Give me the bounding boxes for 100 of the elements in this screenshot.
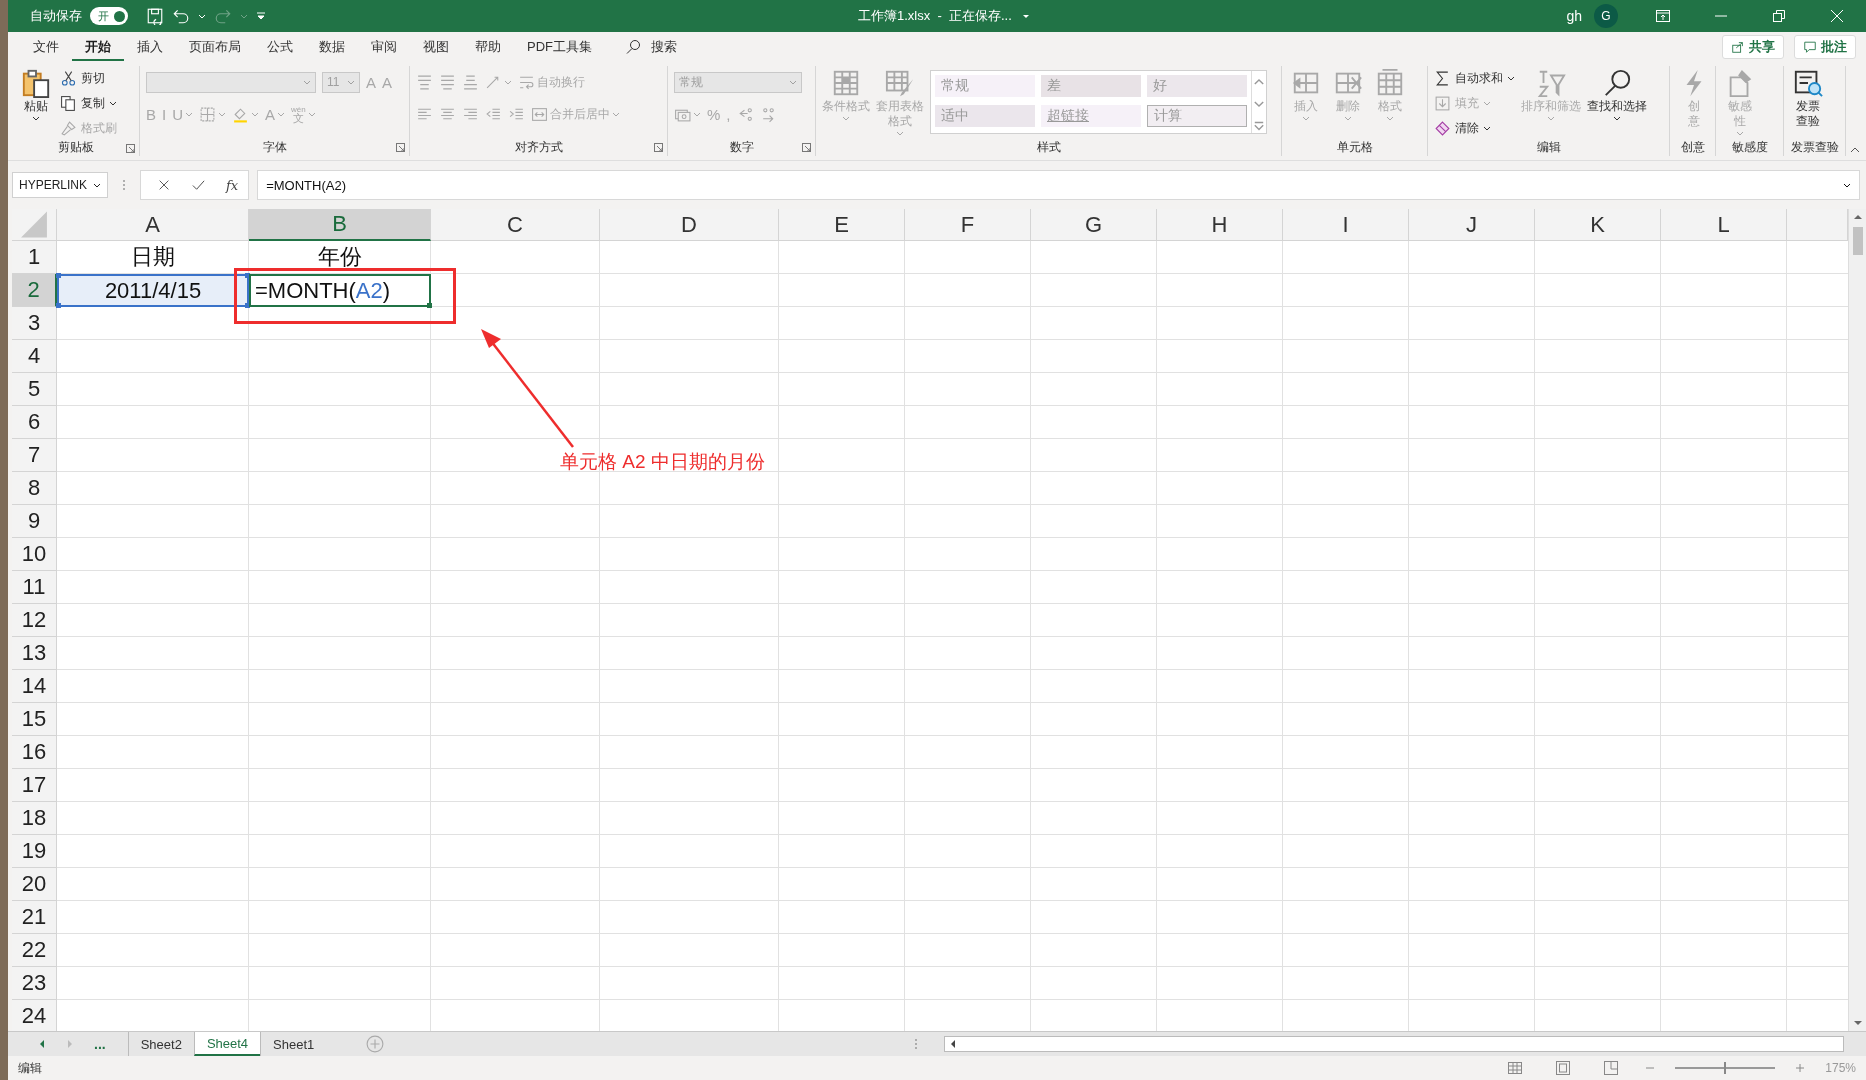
vertical-scrollbar[interactable] (1848, 209, 1866, 1031)
row-header[interactable]: 20 (12, 868, 57, 901)
add-sheet-icon[interactable] (366, 1035, 385, 1053)
launcher-icon[interactable] (654, 143, 663, 152)
column-header[interactable]: J (1409, 209, 1535, 241)
ribbon-button[interactable]: 粘贴 (18, 66, 54, 139)
row-header[interactable]: 11 (12, 571, 57, 604)
row-header[interactable]: 7 (12, 439, 57, 472)
normal-view-icon[interactable] (1507, 1060, 1524, 1076)
column-header[interactable]: B (249, 209, 431, 241)
zoom-in-icon[interactable] (1795, 1063, 1806, 1073)
slider-thumb[interactable] (1724, 1062, 1727, 1074)
table-cell[interactable]: 年份 (249, 241, 431, 274)
column-header[interactable]: E (779, 209, 905, 241)
next-icon[interactable] (66, 1039, 74, 1049)
row-header[interactable]: 6 (12, 406, 57, 439)
launcher-icon[interactable] (396, 143, 405, 152)
sheet-tab[interactable]: Sheet2 (127, 1032, 194, 1056)
row-header[interactable]: 18 (12, 802, 57, 835)
scroll-thumb[interactable] (1852, 227, 1863, 255)
menu-tab[interactable]: 开始 (72, 33, 124, 61)
row-header[interactable]: 22 (12, 934, 57, 967)
autosave-toggle[interactable]: 开 (90, 7, 128, 25)
share-button[interactable]: 共享 (1722, 35, 1784, 59)
avatar[interactable]: G (1594, 4, 1618, 28)
scroll-down-icon[interactable] (1852, 1019, 1863, 1027)
menu-tab[interactable]: 视图 (410, 33, 462, 61)
column-header[interactable]: G (1031, 209, 1157, 241)
row-header[interactable]: 9 (12, 505, 57, 538)
column-header[interactable]: D (600, 209, 779, 241)
more-sheets-button[interactable]: ... (94, 1036, 106, 1052)
name-box[interactable]: HYPERLINK (12, 172, 108, 198)
ribbon-button[interactable]: 发票查验 (1790, 66, 1826, 138)
comments-button[interactable]: 批注 (1794, 35, 1856, 59)
horizontal-scrollbar[interactable] (944, 1036, 1844, 1052)
ribbon-button[interactable]: 自动求和 (1434, 68, 1515, 89)
share-icon (1731, 40, 1745, 54)
page-break-icon[interactable] (1603, 1060, 1620, 1076)
insert-function-button[interactable]: fx (226, 177, 239, 193)
ribbon-button[interactable]: 查找和选择 (1587, 66, 1647, 139)
caret-icon (303, 78, 311, 86)
search-box[interactable]: 搜索 (625, 38, 677, 56)
column-header[interactable]: F (905, 209, 1031, 241)
menu-tab[interactable]: 文件 (20, 33, 72, 61)
ribbon-button[interactable]: 剪切 (60, 68, 117, 89)
column-header[interactable]: H (1157, 209, 1283, 241)
column-header[interactable]: A (57, 209, 249, 241)
row-header[interactable]: 4 (12, 340, 57, 373)
save-icon[interactable] (146, 7, 164, 25)
menu-tab[interactable]: 插入 (124, 33, 176, 61)
ribbon-button[interactable]: 复制 (60, 93, 117, 114)
menu-tab[interactable]: 公式 (254, 33, 306, 61)
group-label: 敏感度 (1731, 138, 1768, 156)
scroll-left-icon[interactable] (949, 1039, 957, 1049)
status-text: 编辑 (18, 1059, 42, 1077)
cancel-icon[interactable] (157, 178, 171, 192)
customize-icon[interactable] (256, 12, 266, 20)
row-header[interactable]: 14 (12, 670, 57, 703)
row-header[interactable]: 24 (12, 1000, 57, 1031)
row-header[interactable]: 19 (12, 835, 57, 868)
scroll-up-icon[interactable] (1852, 213, 1863, 221)
row-header[interactable]: 1 (12, 241, 57, 274)
close-icon[interactable] (1829, 8, 1845, 24)
menu-tab[interactable]: PDF工具集 (514, 33, 605, 61)
column-header[interactable]: L (1661, 209, 1787, 241)
menu-tab[interactable]: 页面布局 (176, 33, 254, 61)
menu-tab[interactable]: 数据 (306, 33, 358, 61)
undo-icon[interactable] (172, 7, 190, 25)
row-header[interactable]: 13 (12, 637, 57, 670)
row-header[interactable]: 16 (12, 736, 57, 769)
row-header[interactable]: 17 (12, 769, 57, 802)
row-header[interactable]: 5 (12, 373, 57, 406)
menu-tab[interactable]: 帮助 (462, 33, 514, 61)
formula-field[interactable]: =MONTH(A2) (257, 170, 1860, 200)
ribbon-display-icon[interactable] (1655, 8, 1671, 24)
collapse-icon[interactable] (1850, 146, 1860, 154)
column-header[interactable]: I (1283, 209, 1409, 241)
sheet-tab[interactable]: Sheet4 (193, 1032, 261, 1056)
row-header[interactable]: 8 (12, 472, 57, 505)
sheet-tab[interactable]: Sheet1 (260, 1032, 327, 1056)
ribbon-button[interactable]: 清除 (1434, 118, 1515, 139)
row-header[interactable]: 23 (12, 967, 57, 1000)
row-header[interactable]: 3 (12, 307, 57, 340)
dropdown-icon[interactable] (1021, 12, 1030, 20)
previous-icon[interactable] (38, 1039, 46, 1049)
table-cell[interactable]: 2011/4/15 (57, 274, 249, 307)
row-header[interactable]: 15 (12, 703, 57, 736)
row-header[interactable]: 10 (12, 538, 57, 571)
launcher-icon[interactable] (126, 144, 135, 153)
row-header[interactable]: 21 (12, 901, 57, 934)
menu-tab[interactable]: 审阅 (358, 33, 410, 61)
column-header[interactable]: C (431, 209, 600, 241)
table-cell[interactable]: =MONTH(A2) (249, 274, 431, 307)
restore-icon[interactable] (1771, 8, 1787, 24)
page-layout-icon[interactable] (1555, 1060, 1572, 1076)
caret-icon (789, 78, 797, 86)
column-header[interactable]: K (1535, 209, 1661, 241)
row-header[interactable]: 2 (12, 274, 57, 307)
launcher-icon[interactable] (802, 143, 811, 152)
row-header[interactable]: 12 (12, 604, 57, 637)
